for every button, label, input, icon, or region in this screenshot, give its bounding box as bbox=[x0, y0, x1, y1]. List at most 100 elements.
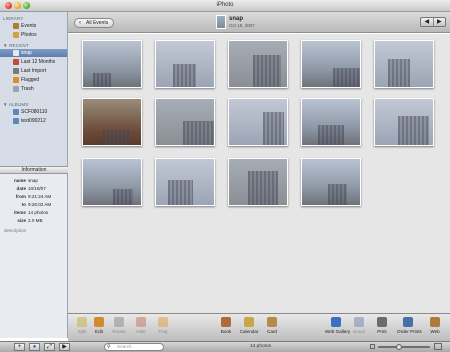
web-button[interactable]: Web bbox=[424, 316, 446, 340]
sidebar-item-scf080110[interactable]: SCF080110 bbox=[0, 108, 67, 116]
sidebar-item-trash[interactable]: Trash bbox=[0, 85, 67, 93]
import-icon bbox=[13, 68, 19, 74]
information-header[interactable]: Information bbox=[0, 166, 68, 174]
search-field[interactable]: ⚲ Search bbox=[104, 343, 164, 351]
title-bar: iPhoto bbox=[0, 0, 450, 12]
zoom-small-icon bbox=[370, 344, 375, 349]
zoom-slider-knob[interactable] bbox=[396, 344, 402, 350]
info-row-from: from 9:21:24 AM bbox=[0, 194, 67, 200]
photo-thumbnail[interactable] bbox=[374, 40, 434, 88]
bottom-toolbar: Split Edit Rotate Hide Flag Book Calendar Card W… bbox=[68, 313, 450, 341]
next-event-button[interactable]: ▶ bbox=[432, 18, 446, 26]
sidebar-item-label: Flagged bbox=[21, 77, 40, 83]
information-pane: name snap date 10/18/07 from 9:21:24 AM to 9:26… bbox=[0, 174, 68, 338]
edit-button[interactable]: Edit bbox=[88, 316, 110, 340]
info-key: name bbox=[13, 178, 26, 183]
status-bar: + ● ⤢ ▶ ⚲ Search 14 photos bbox=[0, 341, 450, 352]
split-icon bbox=[77, 317, 87, 327]
photo-content bbox=[248, 171, 278, 205]
photos-icon bbox=[13, 32, 19, 38]
book-button[interactable]: Book bbox=[215, 316, 237, 340]
order-prints-button[interactable]: Order Prints bbox=[397, 316, 422, 340]
print-button[interactable]: Print bbox=[371, 316, 393, 340]
sidebar-item-test090212[interactable]: test090212 bbox=[0, 117, 67, 125]
tool-label: Email bbox=[353, 329, 365, 334]
tool-label: Card bbox=[267, 329, 277, 334]
photo-thumbnail[interactable] bbox=[374, 98, 434, 146]
event-header-bar: ‹ All Events snap Oct 18, 2007 ◀ ▶ bbox=[68, 12, 450, 33]
flag-button[interactable]: Flag bbox=[152, 316, 174, 340]
previous-event-button[interactable]: ◀ bbox=[421, 18, 433, 26]
sidebar-item-events[interactable]: Events bbox=[0, 22, 67, 30]
rotate-icon bbox=[114, 317, 124, 327]
fullscreen-button[interactable]: ⤢ bbox=[44, 343, 55, 351]
info-toggle-button[interactable]: ● bbox=[29, 343, 40, 351]
sidebar-item-photos[interactable]: Photos bbox=[0, 31, 67, 39]
photo-thumbnail[interactable] bbox=[228, 98, 288, 146]
tool-label: Flag bbox=[158, 329, 168, 334]
web-gallery-button[interactable]: Web Gallery bbox=[325, 316, 351, 340]
sidebar-item-last-import[interactable]: Last Import bbox=[0, 67, 67, 75]
sidebar-item-label: SCF080110 bbox=[21, 109, 48, 115]
photo-count: 14 photos bbox=[250, 344, 272, 349]
email-button[interactable]: Email bbox=[348, 316, 370, 340]
photo-thumbnail[interactable] bbox=[82, 40, 142, 88]
photo-content bbox=[113, 189, 133, 205]
photo-content bbox=[318, 125, 344, 145]
photo-thumbnail[interactable] bbox=[228, 40, 288, 88]
sidebar-item-label: Photos bbox=[21, 32, 37, 38]
sidebar-item-label: Trash bbox=[21, 86, 34, 92]
photo-thumbnail[interactable] bbox=[155, 40, 215, 88]
photo-content bbox=[398, 116, 429, 145]
hide-button[interactable]: Hide bbox=[130, 316, 152, 340]
photo-content bbox=[388, 59, 410, 87]
photo-content bbox=[103, 130, 130, 145]
photo-thumbnail[interactable] bbox=[301, 158, 361, 206]
album-icon bbox=[13, 109, 19, 115]
sidebar-item-snap[interactable]: snap bbox=[0, 49, 67, 57]
sidebar-item-flagged[interactable]: Flagged bbox=[0, 76, 67, 84]
search-icon: ⚲ bbox=[107, 344, 111, 350]
info-row-date: date 10/18/07 bbox=[0, 186, 67, 192]
hide-icon bbox=[136, 317, 146, 327]
all-events-button[interactable]: ‹ All Events bbox=[74, 18, 114, 28]
card-button[interactable]: Card bbox=[261, 316, 283, 340]
tool-label: Order Prints bbox=[397, 329, 422, 334]
event-navigation: ◀ ▶ bbox=[420, 17, 446, 27]
photo-content bbox=[173, 64, 196, 87]
flag-icon bbox=[13, 77, 19, 83]
email-icon bbox=[354, 317, 364, 327]
calendar-icon bbox=[244, 317, 254, 327]
info-value[interactable]: snap bbox=[28, 178, 38, 183]
edit-icon bbox=[94, 317, 104, 327]
event-key-photo bbox=[216, 15, 226, 29]
info-key: from bbox=[15, 194, 26, 199]
photo-content bbox=[263, 112, 284, 145]
rotate-button[interactable]: Rotate bbox=[108, 316, 130, 340]
sidebar-item-last-12-months[interactable]: Last 12 Months bbox=[0, 58, 67, 66]
photo-thumbnail[interactable] bbox=[301, 98, 361, 146]
description-field[interactable]: description bbox=[4, 228, 26, 233]
photo-content bbox=[183, 121, 214, 145]
web-gallery-icon bbox=[331, 317, 341, 327]
slideshow-button[interactable]: ▶ bbox=[59, 343, 70, 351]
info-value: 14 photos bbox=[28, 210, 49, 215]
photo-thumbnail[interactable] bbox=[301, 40, 361, 88]
zoom-slider[interactable] bbox=[378, 346, 430, 348]
add-button[interactable]: + bbox=[14, 343, 25, 351]
card-icon bbox=[267, 317, 277, 327]
photo-thumbnail[interactable] bbox=[228, 158, 288, 206]
trash-icon bbox=[13, 86, 19, 92]
calendar-button[interactable]: Calendar bbox=[238, 316, 260, 340]
info-key: date bbox=[16, 186, 26, 191]
info-row-to: to 9:26:02 AM bbox=[0, 202, 67, 208]
photo-thumbnail[interactable] bbox=[155, 158, 215, 206]
info-value: 2.0 MB bbox=[28, 218, 43, 223]
event-title: snap bbox=[229, 16, 244, 22]
photo-thumbnail[interactable] bbox=[82, 98, 142, 146]
tool-label: Web bbox=[430, 329, 440, 334]
photo-thumbnail[interactable] bbox=[82, 158, 142, 206]
photo-thumbnail[interactable] bbox=[155, 98, 215, 146]
tool-label: Web Gallery bbox=[325, 329, 351, 334]
info-row-size: size 2.0 MB bbox=[0, 218, 67, 224]
